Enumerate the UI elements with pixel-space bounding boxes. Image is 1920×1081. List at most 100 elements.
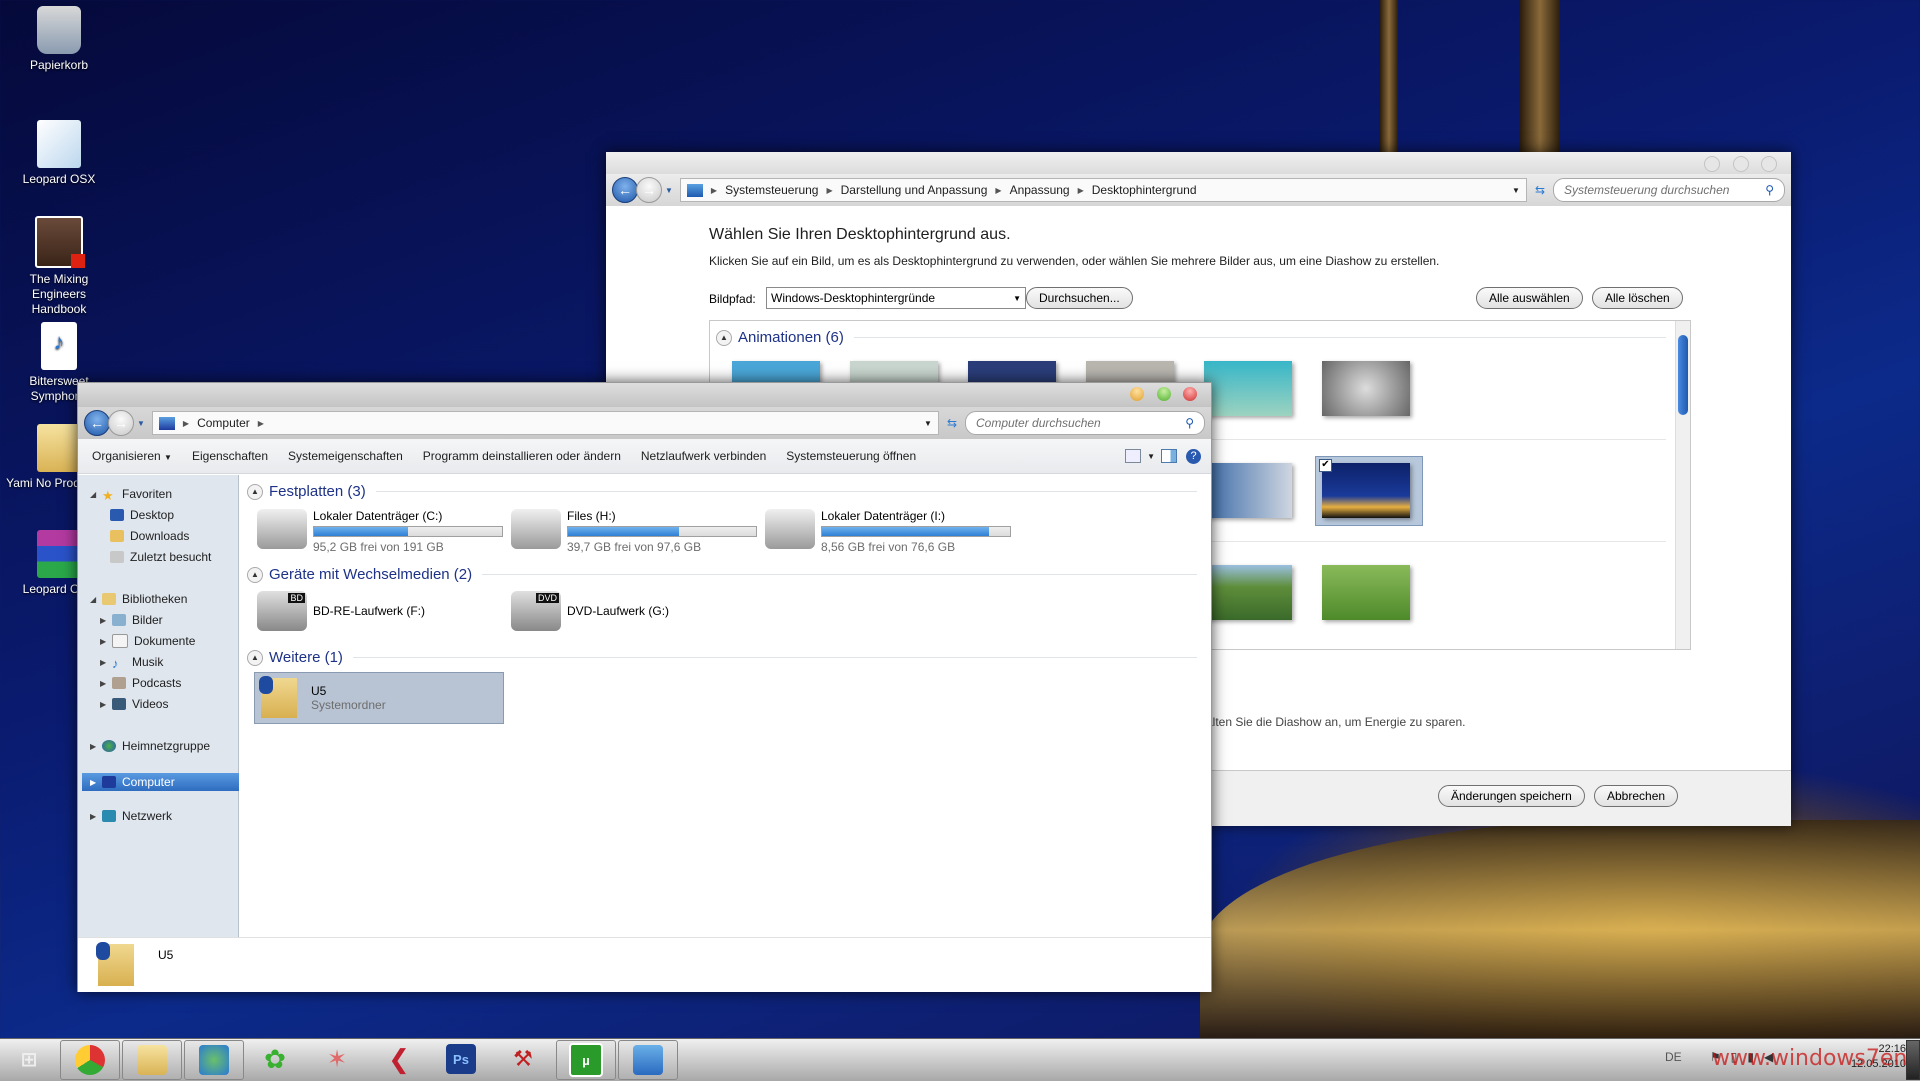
maximize-button[interactable]	[1732, 156, 1749, 172]
recent-pages-dropdown[interactable]: ▼	[137, 419, 145, 428]
close-button[interactable]	[1183, 387, 1197, 401]
forward-button[interactable]: →	[108, 410, 134, 436]
wallpaper-thumbnail-selected[interactable]	[1322, 463, 1410, 518]
search-input[interactable]: Computer durchsuchen ⚲	[965, 411, 1205, 435]
organize-menu[interactable]: Organisieren ▼	[92, 449, 172, 463]
nav-libraries[interactable]: ◢ Bibliotheken	[90, 592, 187, 606]
drive-f[interactable]: BD BD-RE-Laufwerk (F:)	[257, 591, 425, 631]
language-indicator[interactable]: DE	[1665, 1050, 1682, 1064]
browse-button[interactable]: Durchsuchen...	[1026, 287, 1133, 309]
address-bar[interactable]: ▶ Computer ▶ ▼	[151, 411, 939, 435]
drive-h[interactable]: Files (H:) 39,7 GB frei von 97,6 GB	[511, 509, 757, 554]
taskbar-cubase[interactable]: ❮	[370, 1040, 428, 1078]
properties-button[interactable]: Eigenschaften	[192, 449, 268, 463]
taskbar-messenger[interactable]	[184, 1040, 244, 1080]
taskbar-control-panel[interactable]	[618, 1040, 678, 1080]
nav-favorites[interactable]: ◢ ★ Favoriten	[90, 487, 172, 503]
cancel-button[interactable]: Abbrechen	[1594, 785, 1679, 807]
taskbar-explorer[interactable]	[122, 1040, 182, 1080]
breadcrumb-item[interactable]: Desktophintergrund	[1092, 183, 1197, 197]
nav-music[interactable]: ▶ ♪ Musik	[100, 655, 163, 671]
search-icon[interactable]: ⚲	[1765, 183, 1774, 197]
breadcrumb-item[interactable]: Darstellung und Anpassung	[841, 183, 988, 197]
taskbar-chrome[interactable]	[60, 1040, 120, 1080]
start-button[interactable]: ⊞	[0, 1040, 58, 1078]
nav-downloads[interactable]: Downloads	[110, 529, 189, 543]
power-icon[interactable]: ▯	[1731, 1050, 1738, 1064]
nav-videos[interactable]: ▶ Videos	[100, 697, 168, 711]
desktop-icon-leopard-osx[interactable]: Leopard OSX	[4, 120, 114, 187]
refresh-icon[interactable]: ⇆	[1535, 183, 1545, 197]
help-icon[interactable]: ?	[1186, 448, 1201, 464]
clock[interactable]: 22:16 12.05.2010	[1840, 1042, 1906, 1072]
gallery-scrollbar[interactable]	[1675, 321, 1690, 649]
window-titlebar[interactable]	[78, 383, 1211, 407]
nav-pictures[interactable]: ▶ Bilder	[100, 613, 163, 627]
drive-c[interactable]: Lokaler Datenträger (C:) 95,2 GB frei vo…	[257, 509, 503, 554]
select-all-button[interactable]: Alle auswählen	[1476, 287, 1583, 309]
bluetooth-device-item[interactable]: U5 Systemordner	[254, 672, 504, 724]
taskbar-tools[interactable]: ⚒	[494, 1040, 552, 1078]
recent-pages-dropdown[interactable]: ▼	[665, 186, 673, 195]
drive-g[interactable]: DVD DVD-Laufwerk (G:)	[511, 591, 669, 631]
breadcrumb-item[interactable]: Computer	[197, 416, 250, 430]
wallpaper-thumbnail[interactable]	[1204, 361, 1292, 416]
refresh-icon[interactable]: ⇆	[947, 416, 957, 430]
path-select[interactable]: Windows-Desktophintergründe ▼	[766, 287, 1026, 309]
close-button[interactable]	[1761, 156, 1777, 172]
wallpaper-thumbnail[interactable]	[1204, 463, 1292, 518]
group-header[interactable]: ▲ Animationen (6)	[716, 329, 1666, 346]
section-header-hard-drives[interactable]: ▲ Festplatten (3)	[247, 483, 1197, 500]
system-properties-button[interactable]: Systemeigenschaften	[288, 449, 403, 463]
minimize-button[interactable]	[1130, 387, 1145, 401]
window-titlebar[interactable]	[606, 152, 1791, 174]
wallpaper-thumbnail[interactable]	[1204, 565, 1292, 620]
save-changes-button[interactable]: Änderungen speichern	[1438, 785, 1585, 807]
network-signal-icon[interactable]: ▮	[1747, 1050, 1754, 1064]
minimize-button[interactable]	[1704, 156, 1721, 172]
collapse-icon[interactable]: ▲	[247, 649, 263, 666]
view-dropdown-icon[interactable]: ▼	[1147, 452, 1155, 461]
maximize-button[interactable]	[1156, 387, 1171, 401]
desktop-icon-recycle-bin[interactable]: Papierkorb	[4, 6, 114, 73]
map-network-drive-button[interactable]: Netzlaufwerk verbinden	[641, 449, 766, 463]
back-button[interactable]: ←	[84, 410, 110, 436]
section-header-removable[interactable]: ▲ Geräte mit Wechselmedien (2)	[247, 566, 1197, 583]
address-bar[interactable]: ▶ Systemsteuerung ▶ Darstellung und Anpass…	[679, 178, 1527, 202]
taskbar-utorrent[interactable]: µ	[556, 1040, 616, 1080]
uninstall-program-button[interactable]: Programm deinstallieren oder ändern	[423, 449, 621, 463]
collapse-icon[interactable]: ▲	[247, 566, 263, 583]
breadcrumb-item[interactable]: Anpassung	[1010, 183, 1070, 197]
collapse-icon[interactable]: ▲	[716, 329, 732, 346]
nav-recent-places[interactable]: Zuletzt besucht	[110, 550, 211, 564]
wallpaper-thumbnail[interactable]	[1322, 361, 1410, 416]
search-icon[interactable]: ⚲	[1185, 416, 1194, 430]
nav-computer[interactable]: ▶ Computer	[82, 773, 240, 791]
checkbox-checked[interactable]: ✔	[1319, 459, 1332, 472]
section-header-other[interactable]: ▲ Weitere (1)	[247, 649, 1197, 666]
desktop-icon-mixing-handbook[interactable]: The Mixing Engineers Handbook	[4, 216, 114, 317]
nav-homegroup[interactable]: ▶ Heimnetzgruppe	[90, 739, 210, 753]
collapse-icon[interactable]: ▲	[247, 483, 263, 500]
show-desktop-button[interactable]	[1906, 1040, 1920, 1080]
nav-podcasts[interactable]: ▶ Podcasts	[100, 676, 181, 690]
back-button[interactable]: ←	[612, 177, 638, 203]
taskbar-app[interactable]: ✶	[308, 1040, 366, 1078]
view-options-icon[interactable]	[1125, 449, 1141, 463]
taskbar-icq[interactable]: ✿	[246, 1040, 304, 1078]
forward-button[interactable]: →	[636, 177, 662, 203]
wallpaper-thumbnail[interactable]	[1322, 565, 1410, 620]
taskbar-photoshop[interactable]: Ps	[432, 1040, 490, 1078]
address-dropdown[interactable]: ▼	[924, 419, 932, 428]
nav-network[interactable]: ▶ Netzwerk	[90, 809, 172, 823]
breadcrumb-item[interactable]: Systemsteuerung	[725, 183, 818, 197]
drive-i[interactable]: Lokaler Datenträger (I:) 8,56 GB frei vo…	[765, 509, 1011, 554]
address-dropdown[interactable]: ▼	[1512, 186, 1520, 195]
nav-desktop[interactable]: Desktop	[110, 508, 174, 522]
flag-icon[interactable]: ⚑	[1710, 1050, 1721, 1064]
open-control-panel-button[interactable]: Systemsteuerung öffnen	[786, 449, 916, 463]
preview-pane-icon[interactable]	[1161, 449, 1177, 463]
scrollbar-thumb[interactable]	[1678, 335, 1688, 415]
search-input[interactable]: Systemsteuerung durchsuchen ⚲	[1553, 178, 1785, 202]
clear-all-button[interactable]: Alle löschen	[1592, 287, 1683, 309]
